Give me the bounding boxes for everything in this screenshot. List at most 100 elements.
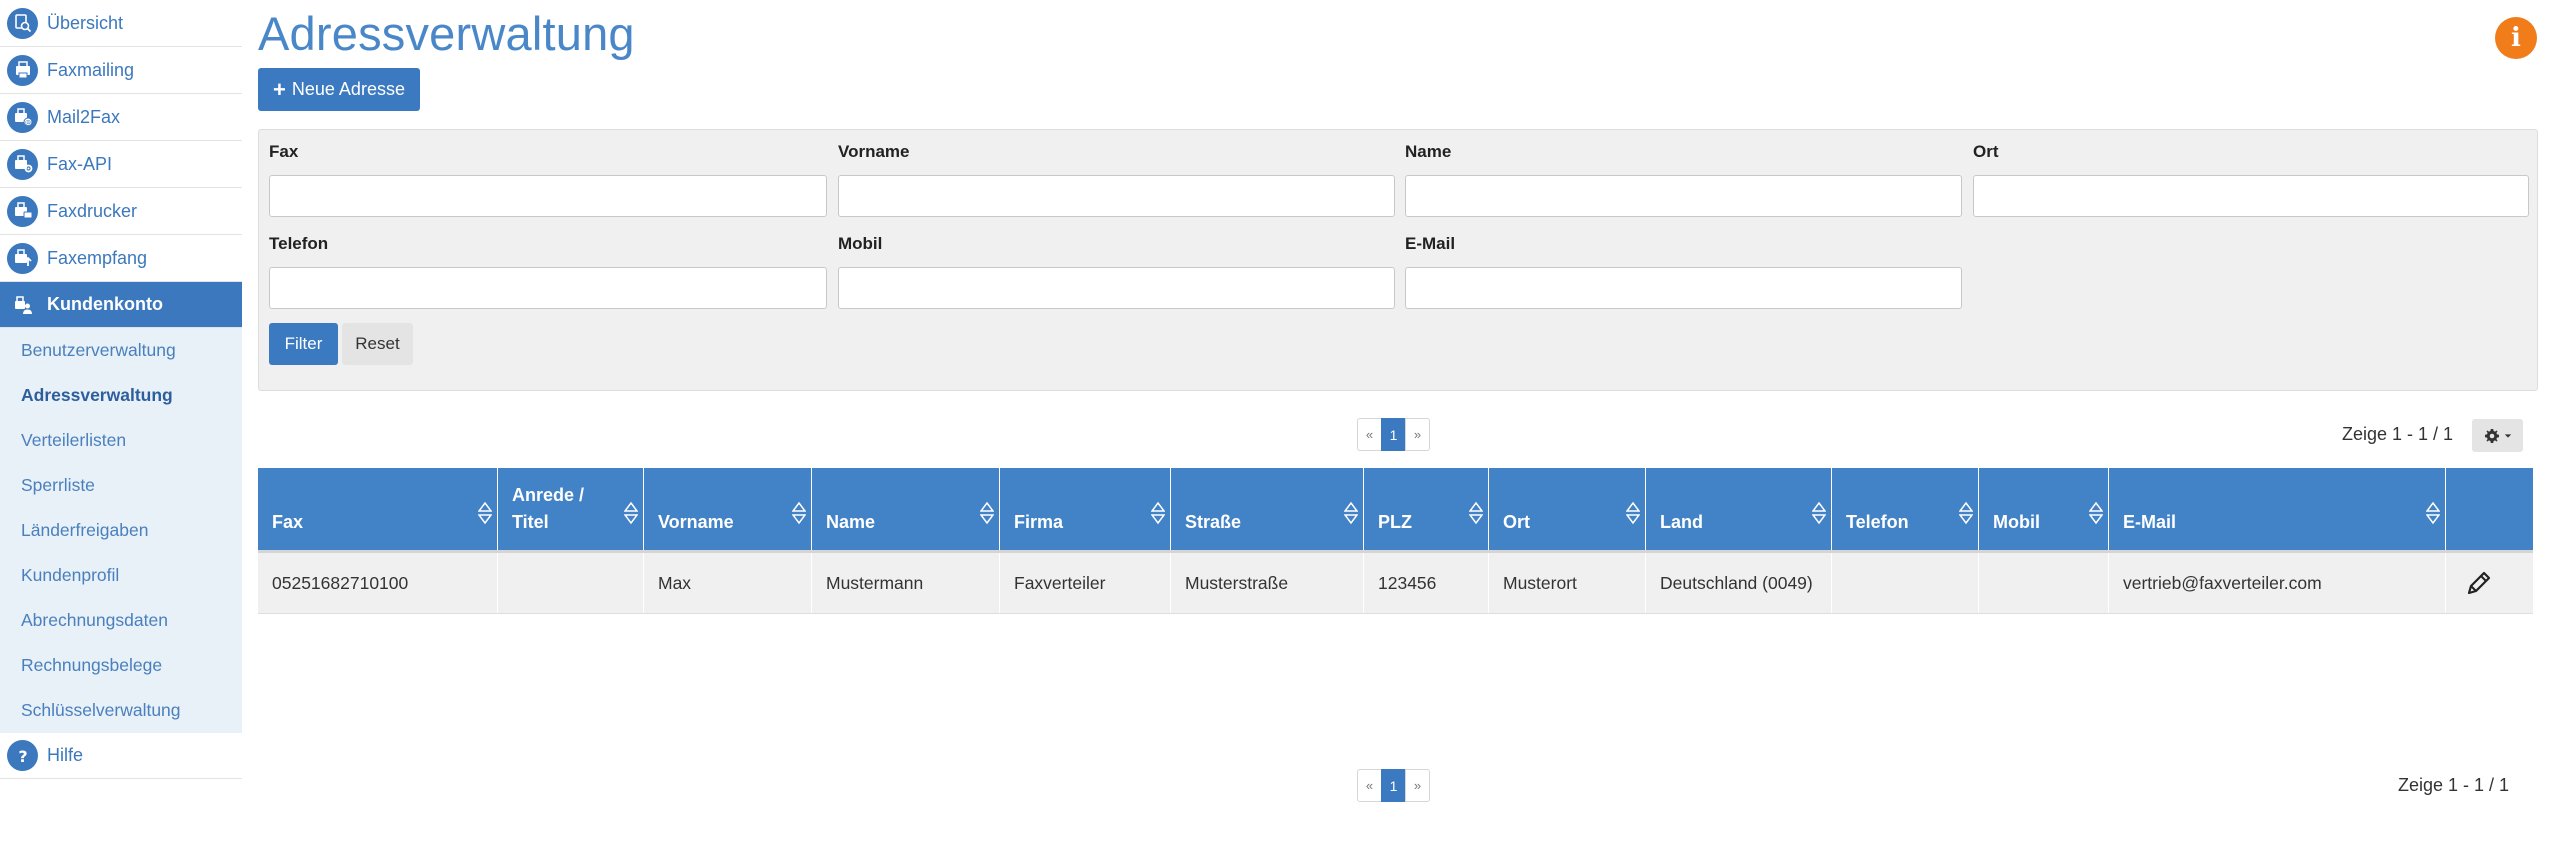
cell-name: Mustermann [812, 553, 1000, 613]
overview-icon [7, 7, 38, 39]
subnav-item-benutzerverwaltung[interactable]: Benutzerverwaltung [0, 328, 242, 373]
ort-filter-label: Ort [1973, 142, 1999, 161]
subnav-item-adressverwaltung[interactable]: Adressverwaltung [0, 373, 242, 418]
pagination-prev[interactable]: « [1357, 769, 1382, 802]
pagination-next[interactable]: » [1405, 418, 1430, 451]
column-header-name[interactable]: Name [812, 468, 1000, 550]
pagination-next[interactable]: » [1405, 769, 1430, 802]
column-settings-button[interactable] [2472, 419, 2523, 452]
sidebar-item-hilfe[interactable]: ? Hilfe [0, 733, 242, 779]
sort-icon [2089, 501, 2103, 525]
new-address-button[interactable]: + Neue Adresse [258, 68, 420, 111]
sidebar-item-mail2fax[interactable]: @ Mail2Fax [0, 94, 242, 141]
sidebar-item-faxdrucker[interactable]: Faxdrucker [0, 188, 242, 235]
sidebar-item-faxmailing[interactable]: Faxmailing [0, 47, 242, 94]
sort-icon [2426, 501, 2440, 525]
column-header-firma[interactable]: Firma [1000, 468, 1171, 550]
column-header-strasse[interactable]: Straße [1171, 468, 1364, 550]
edit-button[interactable] [2464, 568, 2494, 598]
telefon-filter-input[interactable] [269, 267, 827, 309]
column-label: Firma [1014, 512, 1064, 532]
sidebar-item-label: Faxmailing [47, 59, 135, 80]
sidebar-item-label: Fax-API [47, 153, 113, 174]
sidebar-item-faxempfang[interactable]: Faxempfang [0, 235, 242, 282]
app-window: Übersicht Faxmailing @ Mail2Fax Fax-API … [0, 0, 2552, 847]
info-icon[interactable]: i [2495, 17, 2537, 59]
column-header-email[interactable]: E-Mail [2109, 468, 2446, 550]
column-header-fax[interactable]: Fax [258, 468, 498, 550]
sidebar-item-uebersicht[interactable]: Übersicht [0, 0, 242, 47]
subnav-item-abrechnungsdaten[interactable]: Abrechnungsdaten [0, 598, 242, 643]
subnav-item-laenderfreigaben[interactable]: Länderfreigaben [0, 508, 242, 553]
cell-email: vertrieb@faxverteiler.com [2109, 553, 2446, 613]
column-label: Name [826, 512, 876, 532]
sort-icon [1469, 501, 1483, 525]
sort-icon [1626, 501, 1640, 525]
pagination-prev[interactable]: « [1357, 418, 1382, 451]
cell-firma: Faxverteiler [1000, 553, 1171, 613]
sort-icon [980, 501, 994, 525]
sidebar-item-label: Kundenkonto [47, 294, 163, 314]
filter-button[interactable]: Filter [269, 323, 338, 365]
subnav-item-rechnungsbelege[interactable]: Rechnungsbelege [0, 643, 242, 688]
mobil-filter-label: Mobil [838, 234, 883, 253]
cell-actions [2446, 553, 2533, 613]
name-filter-input[interactable] [1405, 175, 1962, 217]
column-label: E-Mail [2123, 512, 2177, 532]
column-label: Anrede / Titel [512, 485, 585, 532]
subnav-item-verteilerlisten[interactable]: Verteilerlisten [0, 418, 242, 463]
mobil-filter-input[interactable] [838, 267, 1395, 309]
column-header-vorname[interactable]: Vorname [644, 468, 812, 550]
column-header-land[interactable]: Land [1646, 468, 1832, 550]
subnav-item-sperrliste[interactable]: Sperrliste [0, 463, 242, 508]
cell-mobil [1979, 553, 2109, 613]
sort-icon [792, 501, 806, 525]
svg-text:@: @ [25, 120, 31, 127]
cell-anrede [498, 553, 644, 613]
kundenkonto-submenu: Benutzerverwaltung Adressverwaltung Vert… [0, 328, 242, 733]
sidebar-item-label: Übersicht [47, 12, 124, 33]
cell-vorname: Max [644, 553, 812, 613]
sidebar-item-kundenkonto[interactable]: Kundenkonto [0, 282, 242, 328]
sidebar-item-fax-api[interactable]: Fax-API [0, 141, 242, 188]
table-row[interactable]: 05251682710100 Max Mustermann Faxverteil… [258, 550, 2533, 614]
column-header-anrede[interactable]: Anrede / Titel [498, 468, 644, 550]
subnav-item-schluesselverwaltung[interactable]: Schlüsselverwaltung [0, 688, 242, 733]
cell-strasse: Musterstraße [1171, 553, 1364, 613]
mail2fax-icon: @ [7, 101, 38, 133]
cell-land: Deutschland (0049) [1646, 553, 1832, 613]
email-filter-input[interactable] [1405, 267, 1962, 309]
filter-panel: Fax Vorname Name Ort Telefon Mobil E-Mai… [258, 129, 2538, 391]
column-header-mobil[interactable]: Mobil [1979, 468, 2109, 550]
column-label: Mobil [1993, 512, 2040, 532]
pagination-page-1[interactable]: 1 [1381, 769, 1406, 802]
column-label: Fax [272, 512, 304, 532]
column-header-ort[interactable]: Ort [1489, 468, 1646, 550]
cell-plz: 123456 [1364, 553, 1489, 613]
pagination-bottom: « 1 » [1357, 769, 1430, 802]
column-header-plz[interactable]: PLZ [1364, 468, 1489, 550]
faxdrucker-icon [7, 195, 38, 227]
page-title: Adressverwaltung [258, 7, 635, 60]
kundenkonto-icon [7, 289, 38, 320]
fax-filter-label: Fax [269, 142, 299, 161]
vorname-filter-input[interactable] [838, 175, 1395, 217]
column-header-actions [2446, 468, 2533, 550]
result-count-top: Zeige 1 - 1 / 1 [2342, 424, 2454, 444]
ort-filter-input[interactable] [1973, 175, 2529, 217]
fax-filter-input[interactable] [269, 175, 827, 217]
column-label: Telefon [1846, 512, 1909, 532]
subnav-item-kundenprofil[interactable]: Kundenprofil [0, 553, 242, 598]
gear-icon [2484, 428, 2499, 443]
address-table: Fax Anrede / Titel Vorname Name Firma St… [258, 468, 2533, 614]
faxmailing-icon [7, 54, 38, 86]
column-header-telefon[interactable]: Telefon [1832, 468, 1979, 550]
pencil-icon [2467, 571, 2491, 595]
plus-icon: + [273, 76, 286, 102]
column-label: Ort [1503, 512, 1530, 532]
reset-button[interactable]: Reset [342, 323, 413, 365]
column-label: Vorname [658, 512, 734, 532]
pagination-page-1[interactable]: 1 [1381, 418, 1406, 451]
faxempfang-icon [7, 242, 38, 274]
column-label: PLZ [1378, 512, 1412, 532]
